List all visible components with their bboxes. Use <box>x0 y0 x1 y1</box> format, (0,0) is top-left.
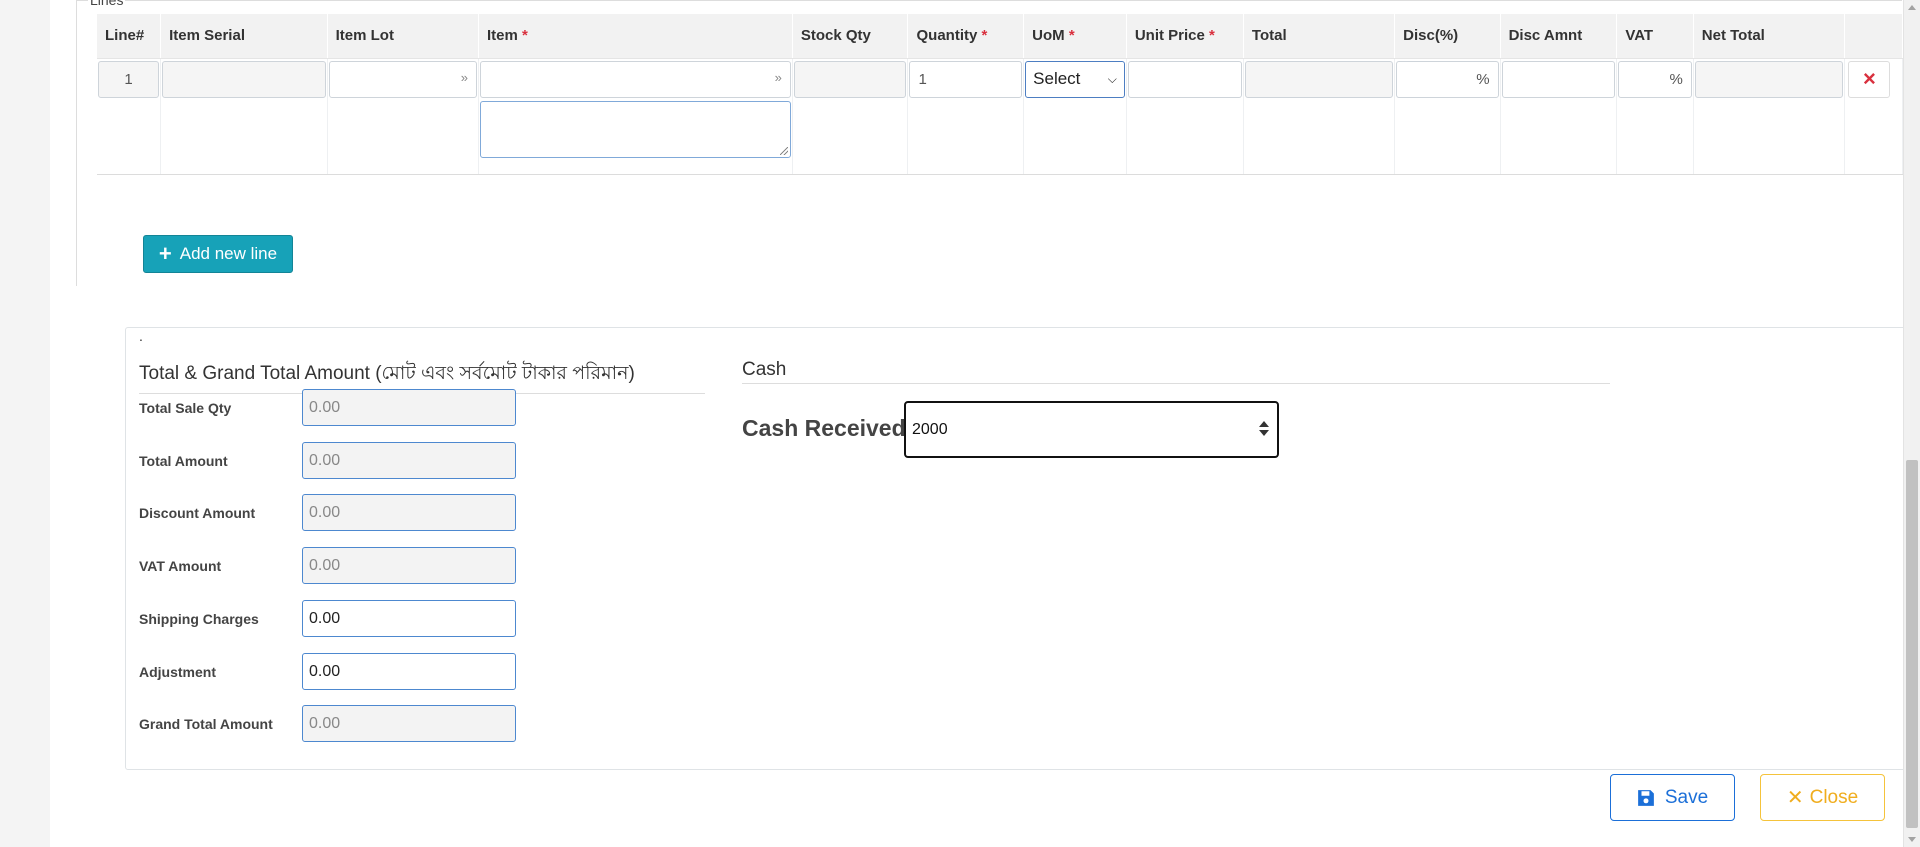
line-no-field: 1 <box>98 60 160 98</box>
unit-price-input[interactable] <box>1127 60 1242 98</box>
discount-amount-field: 0.00 <box>302 494 516 531</box>
chevron-down-icon: ⌵ <box>1107 71 1117 86</box>
col-header-item-lot: Item Lot <box>327 14 480 59</box>
grand-total-amount-field: 0.00 <box>302 705 516 742</box>
shipping-charges-input[interactable]: 0.00 <box>302 600 516 637</box>
col-header-line-no: Line# <box>97 14 162 59</box>
item-lot-select[interactable]: » <box>328 60 477 98</box>
cell-item-serial <box>160 58 328 175</box>
col-header-quantity: Quantity * <box>907 14 1025 59</box>
add-new-line-label: Add new line <box>179 244 278 263</box>
cash-received-input[interactable]: 2000 <box>904 401 1279 458</box>
cell-disc-amount <box>1500 58 1618 175</box>
cell-net-total <box>1693 58 1846 175</box>
required-mark: * <box>522 27 528 45</box>
lines-header-row: Line# Item Serial Item Lot Item * Stock … <box>97 14 1903 59</box>
vertical-scrollbar[interactable] <box>1903 0 1920 847</box>
col-header-uom: UoM * <box>1023 14 1127 59</box>
required-mark: * <box>1068 27 1075 45</box>
delete-line-button[interactable]: × <box>1848 60 1891 98</box>
item-select[interactable]: » <box>480 60 791 98</box>
cell-actions: × <box>1844 58 1903 175</box>
cash-received-value: 2000 <box>912 420 948 438</box>
col-header-stock-qty: Stock Qty <box>792 14 909 59</box>
grand-total-amount-label: Grand Total Amount <box>139 716 273 732</box>
net-total-field <box>1694 60 1844 98</box>
cell-unit-price <box>1126 58 1244 175</box>
scroll-down-icon[interactable] <box>1908 837 1916 842</box>
cash-section-title: Cash <box>742 359 1610 384</box>
col-header-disc-amount: Disc Amnt <box>1500 14 1618 59</box>
line-total-field <box>1244 60 1394 98</box>
cell-disc-percent: % <box>1394 58 1501 175</box>
cell-stock-qty <box>792 58 909 175</box>
floppy-disk-icon <box>1637 789 1654 806</box>
uom-select[interactable]: Select ⌵ <box>1025 60 1125 98</box>
vat-input[interactable]: % <box>1618 60 1692 98</box>
lines-table: Line# Item Serial Item Lot Item * Stock … <box>97 14 1903 175</box>
percent-suffix: % <box>1669 70 1683 88</box>
number-spinner[interactable] <box>1259 421 1269 436</box>
col-header-vat: VAT <box>1616 14 1694 59</box>
col-header-disc-percent: Disc(%) <box>1394 14 1501 59</box>
spin-up-icon[interactable] <box>1259 421 1269 427</box>
close-icon: × <box>1862 66 1876 91</box>
cell-uom: Select ⌵ <box>1023 58 1127 175</box>
total-amount-field: 0.00 <box>302 442 516 479</box>
chevron-double-down-icon: » <box>774 69 782 85</box>
cash-received-label: Cash Received <box>742 415 906 441</box>
resize-grip-icon[interactable] <box>779 146 788 155</box>
cell-quantity: 1 <box>907 58 1025 175</box>
cell-item: » <box>478 58 793 175</box>
col-header-unit-price: Unit Price * <box>1126 14 1244 59</box>
total-amount-label: Total Amount <box>139 453 228 469</box>
col-header-total: Total <box>1243 14 1396 59</box>
uom-selected-value: Select <box>1033 69 1081 88</box>
scroll-up-icon[interactable] <box>1908 5 1916 10</box>
form-page: Lines Line# Item Serial Item Lot Item * … <box>50 0 1920 847</box>
total-sale-qty-label: Total Sale Qty <box>139 400 232 416</box>
required-mark: * <box>1209 27 1215 45</box>
close-icon: ✕ <box>1786 787 1804 809</box>
lines-legend: Lines <box>88 0 126 8</box>
discount-amount-label: Discount Amount <box>139 505 256 521</box>
chevron-double-down-icon: » <box>460 69 468 85</box>
cell-total <box>1243 58 1396 175</box>
cell-vat: % <box>1616 58 1694 175</box>
panel-dot: . <box>139 328 143 344</box>
save-button[interactable]: Save <box>1610 774 1735 821</box>
col-header-item-serial: Item Serial <box>160 14 328 59</box>
adjustment-input[interactable]: 0.00 <box>302 653 516 690</box>
scrollbar-thumb[interactable] <box>1906 460 1918 828</box>
stock-qty-field <box>793 60 907 98</box>
percent-suffix: % <box>1476 70 1490 88</box>
table-row: 1 » » 1 Select ⌵ % % × <box>97 58 1903 175</box>
shipping-charges-label: Shipping Charges <box>139 611 259 627</box>
totals-panel: . Total & Grand Total Amount (মোট এবং সর… <box>125 327 1920 770</box>
plus-icon: + <box>158 241 172 266</box>
cell-line-no: 1 <box>97 58 162 175</box>
cell-item-lot: » <box>327 58 480 175</box>
col-header-item: Item * <box>478 14 793 59</box>
col-header-net-total: Net Total <box>1693 14 1846 59</box>
vat-amount-label: VAT Amount <box>139 558 222 574</box>
close-label: Close <box>1809 786 1859 808</box>
item-serial-field <box>162 60 326 98</box>
spin-down-icon[interactable] <box>1259 430 1269 436</box>
close-button[interactable]: ✕ Close <box>1760 774 1885 821</box>
col-header-actions <box>1844 14 1903 59</box>
required-mark: * <box>981 27 988 45</box>
vat-amount-field: 0.00 <box>302 547 516 584</box>
add-new-line-button[interactable]: + Add new line <box>143 235 293 273</box>
disc-amount-input[interactable] <box>1501 60 1616 98</box>
quantity-input[interactable]: 1 <box>909 60 1023 98</box>
item-description-textarea[interactable] <box>480 100 791 158</box>
disc-percent-input[interactable]: % <box>1396 60 1499 98</box>
total-sale-qty-field: 0.00 <box>302 389 516 426</box>
save-label: Save <box>1664 786 1709 808</box>
adjustment-label: Adjustment <box>139 664 216 680</box>
